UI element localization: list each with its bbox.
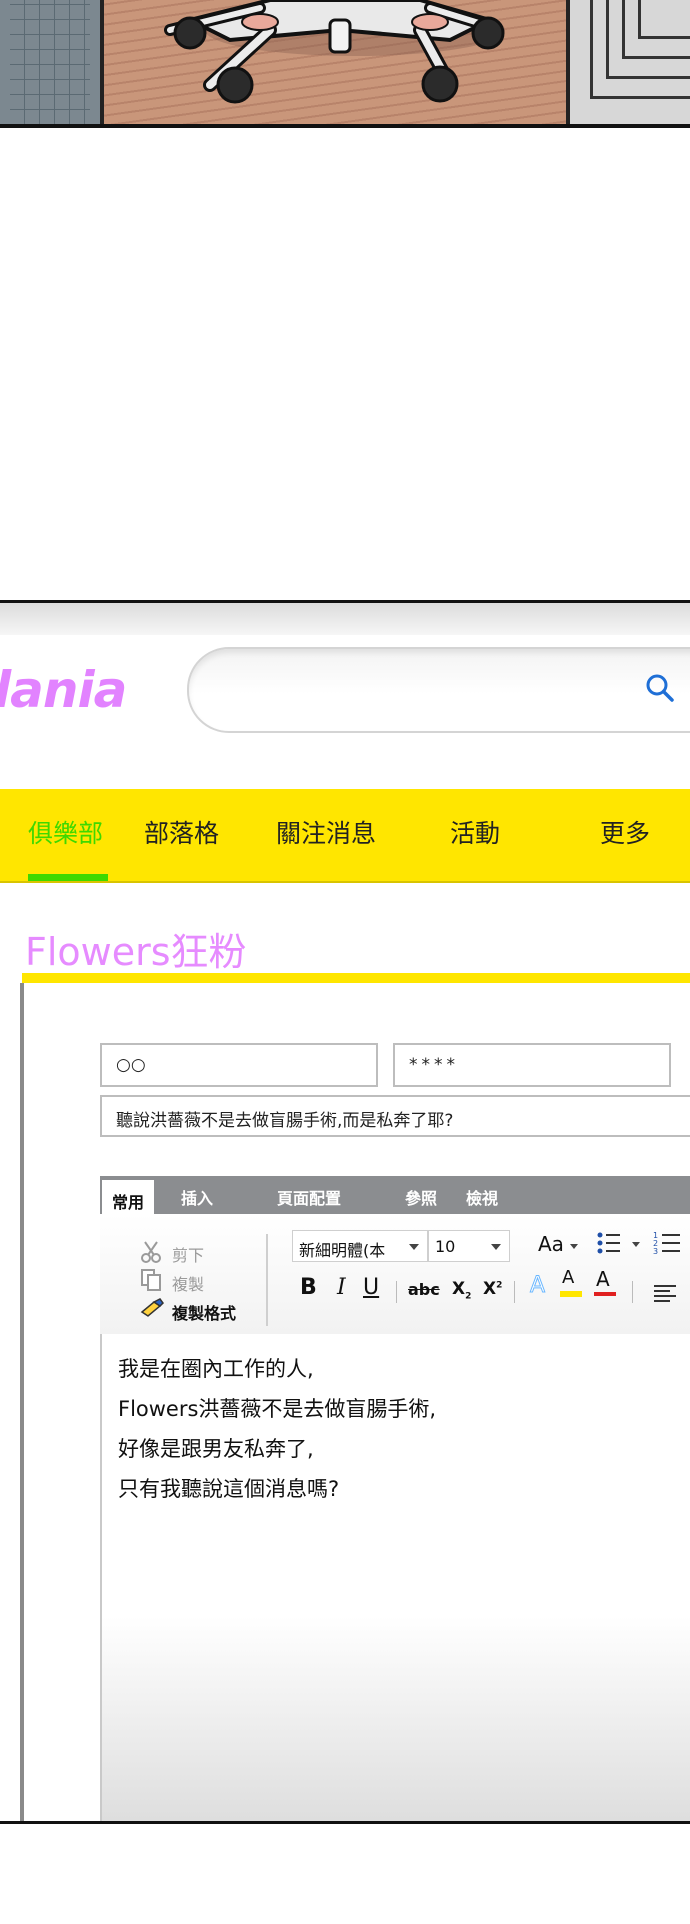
bold-button[interactable]: B <box>300 1275 317 1300</box>
strikethrough-button[interactable]: abc <box>408 1280 440 1299</box>
text-effects-icon[interactable]: A <box>529 1273 545 1299</box>
font-size-select[interactable]: 10 <box>428 1230 510 1262</box>
copy-icon[interactable] <box>140 1268 162 1292</box>
search-icon[interactable] <box>645 673 675 703</box>
nav-active-indicator <box>28 874 108 881</box>
password-field[interactable]: **** <box>393 1043 671 1087</box>
format-painter-icon[interactable] <box>140 1298 164 1318</box>
content-left-border <box>20 983 24 1821</box>
site-logo[interactable]: lania <box>0 661 127 719</box>
forum-window: lania 俱樂部 部落格 關注消息 活動 更多 Flowers狂粉 ○○ **… <box>0 600 690 1824</box>
highlight-color-button[interactable]: A <box>562 1267 574 1288</box>
window-top-bar <box>0 603 690 635</box>
post-body-line: Flowers洪薔薇不是去做盲腸手術, <box>118 1397 437 1421</box>
cut-button[interactable]: 剪下 <box>172 1242 204 1266</box>
tab-references[interactable]: 參照 <box>405 1185 437 1209</box>
font-name-value: 新細明體(本 <box>299 1241 386 1260</box>
subscript-button[interactable]: X2 <box>452 1279 471 1301</box>
bullet-list-icon[interactable] <box>596 1231 622 1255</box>
chevron-down-icon <box>491 1244 501 1250</box>
font-name-select[interactable]: 新細明體(本 <box>292 1230 428 1262</box>
title-divider <box>22 973 690 983</box>
tab-insert[interactable]: 插入 <box>181 1185 213 1209</box>
main-nav: 俱樂部 部落格 關注消息 活動 更多 <box>0 789 690 883</box>
nav-item-events[interactable]: 活動 <box>450 814 500 850</box>
superscript-marker: 2 <box>496 1280 503 1291</box>
ribbon-separator <box>514 1281 515 1303</box>
nav-item-news[interactable]: 關注消息 <box>276 814 376 850</box>
ribbon-separator <box>266 1234 268 1326</box>
comic-panel-office-floor <box>0 0 690 128</box>
chevron-down-icon <box>409 1244 419 1250</box>
align-left-icon[interactable] <box>652 1283 678 1303</box>
ribbon-separator <box>632 1281 633 1303</box>
grow-font-button[interactable]: Aa <box>538 1232 564 1256</box>
tab-page-layout[interactable]: 頁面配置 <box>277 1185 341 1209</box>
tab-view[interactable]: 檢視 <box>466 1185 498 1209</box>
post-body-line: 好像是跟男友私奔了, <box>118 1437 314 1461</box>
superscript-label: X <box>483 1279 497 1299</box>
office-chair-illustration <box>164 0 505 104</box>
chevron-down-icon <box>570 1244 578 1249</box>
highlight-color-swatch <box>560 1291 582 1297</box>
subject-field[interactable]: 聽說洪薔薇不是去做盲腸手術,而是私奔了耶? <box>100 1095 690 1137</box>
post-body-line: 我是在圈內工作的人, <box>118 1357 314 1381</box>
tiled-wall <box>0 0 104 124</box>
tab-home[interactable]: 常用 <box>102 1180 155 1214</box>
italic-button[interactable]: I <box>337 1275 346 1300</box>
subscript-label: X <box>452 1279 466 1299</box>
subscript-marker: 2 <box>465 1291 472 1302</box>
nav-item-blog[interactable]: 部落格 <box>144 814 219 850</box>
font-size-value: 10 <box>435 1237 456 1256</box>
numbered-list-icon[interactable]: 1 2 3 <box>652 1230 682 1256</box>
club-title: Flowers狂粉 <box>25 930 247 974</box>
svg-text:3: 3 <box>653 1247 658 1256</box>
framed-wall <box>566 0 690 124</box>
superscript-button[interactable]: X2 <box>483 1279 502 1299</box>
font-color-button[interactable]: A <box>596 1267 610 1291</box>
nav-item-club[interactable]: 俱樂部 <box>28 814 103 850</box>
underline-button[interactable]: U <box>363 1275 379 1300</box>
format-painter-button[interactable]: 複製格式 <box>172 1300 236 1324</box>
copy-button[interactable]: 複製 <box>172 1271 204 1295</box>
chevron-down-icon <box>632 1242 640 1247</box>
font-color-swatch <box>594 1292 616 1296</box>
ribbon-separator <box>396 1281 397 1303</box>
scissors-icon[interactable] <box>140 1240 162 1264</box>
nav-item-more[interactable]: 更多 <box>600 814 650 850</box>
name-field[interactable]: ○○ <box>100 1043 378 1087</box>
search-input[interactable] <box>187 647 690 733</box>
editor-ribbon-tabs: 常用 插入 頁面配置 參照 檢視 <box>100 1176 690 1214</box>
post-body-line: 只有我聽說這個消息嗎? <box>118 1477 340 1501</box>
